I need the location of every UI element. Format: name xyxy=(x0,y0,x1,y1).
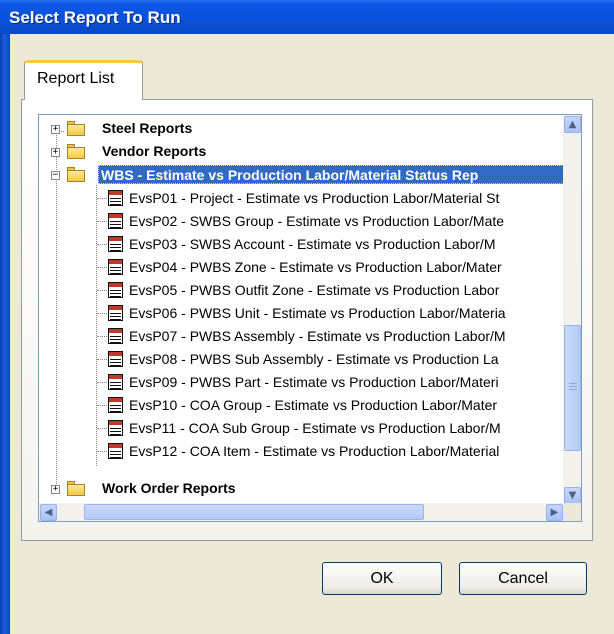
ok-button[interactable]: OK xyxy=(322,562,442,595)
tree-item-label: Work Order Reports xyxy=(102,480,236,496)
scrollbar-corner xyxy=(563,503,581,521)
report-icon xyxy=(108,351,123,367)
tree-item-steel-reports[interactable]: + Steel Reports xyxy=(39,119,559,140)
tree-connector xyxy=(97,451,107,452)
tree-connector xyxy=(97,313,107,314)
tree-connector xyxy=(97,336,107,337)
report-icon xyxy=(108,282,123,298)
title-bar[interactable]: Select Report To Run xyxy=(0,0,614,34)
vertical-scrollbar[interactable]: ▲ ▼ xyxy=(563,115,581,505)
tree-item-report[interactable]: EvsP06 - PWBS Unit - Estimate vs Product… xyxy=(97,303,565,324)
tree-connector xyxy=(97,382,107,383)
open-folder-icon xyxy=(67,167,85,182)
tree-connector xyxy=(97,428,107,429)
thumb-grip xyxy=(569,386,577,387)
tree-item-report[interactable]: EvsP12 - COA Item - Estimate vs Producti… xyxy=(97,441,565,462)
horizontal-scrollbar[interactable]: ◀ ▶ xyxy=(39,503,565,521)
tree-item-label: Vendor Reports xyxy=(102,143,207,159)
horizontal-scroll-thumb[interactable] xyxy=(84,504,424,520)
tree-item-report[interactable]: EvsP04 - PWBS Zone - Estimate vs Product… xyxy=(97,257,565,278)
report-label: EvsP08 - PWBS Sub Assembly - Estimate vs… xyxy=(129,351,499,367)
expand-icon[interactable]: + xyxy=(51,485,60,494)
tree-item-report[interactable]: EvsP10 - COA Group - Estimate vs Product… xyxy=(97,395,565,416)
report-label: EvsP06 - PWBS Unit - Estimate vs Product… xyxy=(129,305,506,321)
tree-item-label-selected: WBS - Estimate vs Production Labor/Mater… xyxy=(98,165,566,184)
report-label: EvsP02 - SWBS Group - Estimate vs Produc… xyxy=(129,213,505,229)
tree-connector xyxy=(97,405,107,406)
report-icon xyxy=(108,420,123,436)
report-icon xyxy=(108,213,123,229)
report-label: EvsP10 - COA Group - Estimate vs Product… xyxy=(129,397,498,413)
tree-item-report[interactable]: EvsP11 - COA Sub Group - Estimate vs Pro… xyxy=(97,418,565,439)
report-icon xyxy=(108,236,123,252)
tree-connector xyxy=(97,359,107,360)
report-icon xyxy=(108,190,123,206)
expand-icon[interactable]: + xyxy=(51,125,60,134)
window-title: Select Report To Run xyxy=(9,8,181,27)
cancel-button[interactable]: Cancel xyxy=(459,562,587,595)
tree-connector xyxy=(97,221,107,222)
report-icon xyxy=(108,328,123,344)
report-tree[interactable]: + Steel Reports + Vendor Reports − WBS -… xyxy=(38,114,582,522)
report-label: EvsP03 - SWBS Account - Estimate vs Prod… xyxy=(129,236,496,252)
tree-item-work-order-reports[interactable]: + Work Order Reports xyxy=(39,479,559,500)
tab-report-list[interactable]: Report List xyxy=(24,60,143,100)
tree-item-report[interactable]: EvsP01 - Project - Estimate vs Productio… xyxy=(97,188,565,209)
report-icon xyxy=(108,259,123,275)
tab-label: Report List xyxy=(37,70,115,87)
report-icon xyxy=(108,374,123,390)
folder-icon xyxy=(67,121,85,136)
report-icon xyxy=(108,443,123,459)
collapse-icon[interactable]: − xyxy=(51,171,60,180)
scroll-right-button[interactable]: ▶ xyxy=(546,504,563,521)
vertical-scroll-thumb[interactable] xyxy=(564,325,581,451)
tree-item-report[interactable]: EvsP02 - SWBS Group - Estimate vs Produc… xyxy=(97,211,565,232)
window-frame xyxy=(0,34,10,634)
folder-icon xyxy=(67,481,85,496)
tree-connector xyxy=(97,267,107,268)
expand-icon[interactable]: + xyxy=(51,148,60,157)
report-label: EvsP11 - COA Sub Group - Estimate vs Pro… xyxy=(129,420,501,436)
scroll-left-button[interactable]: ◀ xyxy=(40,504,57,521)
tree-item-report[interactable]: EvsP09 - PWBS Part - Estimate vs Product… xyxy=(97,372,565,393)
tree-item-vendor-reports[interactable]: + Vendor Reports xyxy=(39,142,559,163)
report-icon xyxy=(108,305,123,321)
tree-connector xyxy=(97,198,107,199)
thumb-grip xyxy=(569,383,577,384)
scroll-up-button[interactable]: ▲ xyxy=(564,116,581,133)
report-label: EvsP09 - PWBS Part - Estimate vs Product… xyxy=(129,374,499,390)
tree-item-wbs[interactable]: − WBS - Estimate vs Production Labor/Mat… xyxy=(39,165,566,186)
report-label: EvsP01 - Project - Estimate vs Productio… xyxy=(129,190,500,206)
report-label: EvsP07 - PWBS Assembly - Estimate vs Pro… xyxy=(129,328,506,344)
tree-connector xyxy=(97,290,107,291)
tree-item-report[interactable]: EvsP03 - SWBS Account - Estimate vs Prod… xyxy=(97,234,565,255)
report-label: EvsP05 - PWBS Outfit Zone - Estimate vs … xyxy=(129,282,500,298)
folder-icon xyxy=(67,144,85,159)
tree-connector xyxy=(97,244,107,245)
tree-item-report[interactable]: EvsP08 - PWBS Sub Assembly - Estimate vs… xyxy=(97,349,565,370)
tree-item-report[interactable]: EvsP07 - PWBS Assembly - Estimate vs Pro… xyxy=(97,326,565,347)
tree-item-label: Steel Reports xyxy=(102,120,193,136)
report-label: EvsP12 - COA Item - Estimate vs Producti… xyxy=(129,443,500,459)
scroll-down-button[interactable]: ▼ xyxy=(564,487,581,504)
report-label: EvsP04 - PWBS Zone - Estimate vs Product… xyxy=(129,259,502,275)
report-icon xyxy=(108,397,123,413)
thumb-grip xyxy=(569,389,577,390)
tree-item-report[interactable]: EvsP05 - PWBS Outfit Zone - Estimate vs … xyxy=(97,280,565,301)
